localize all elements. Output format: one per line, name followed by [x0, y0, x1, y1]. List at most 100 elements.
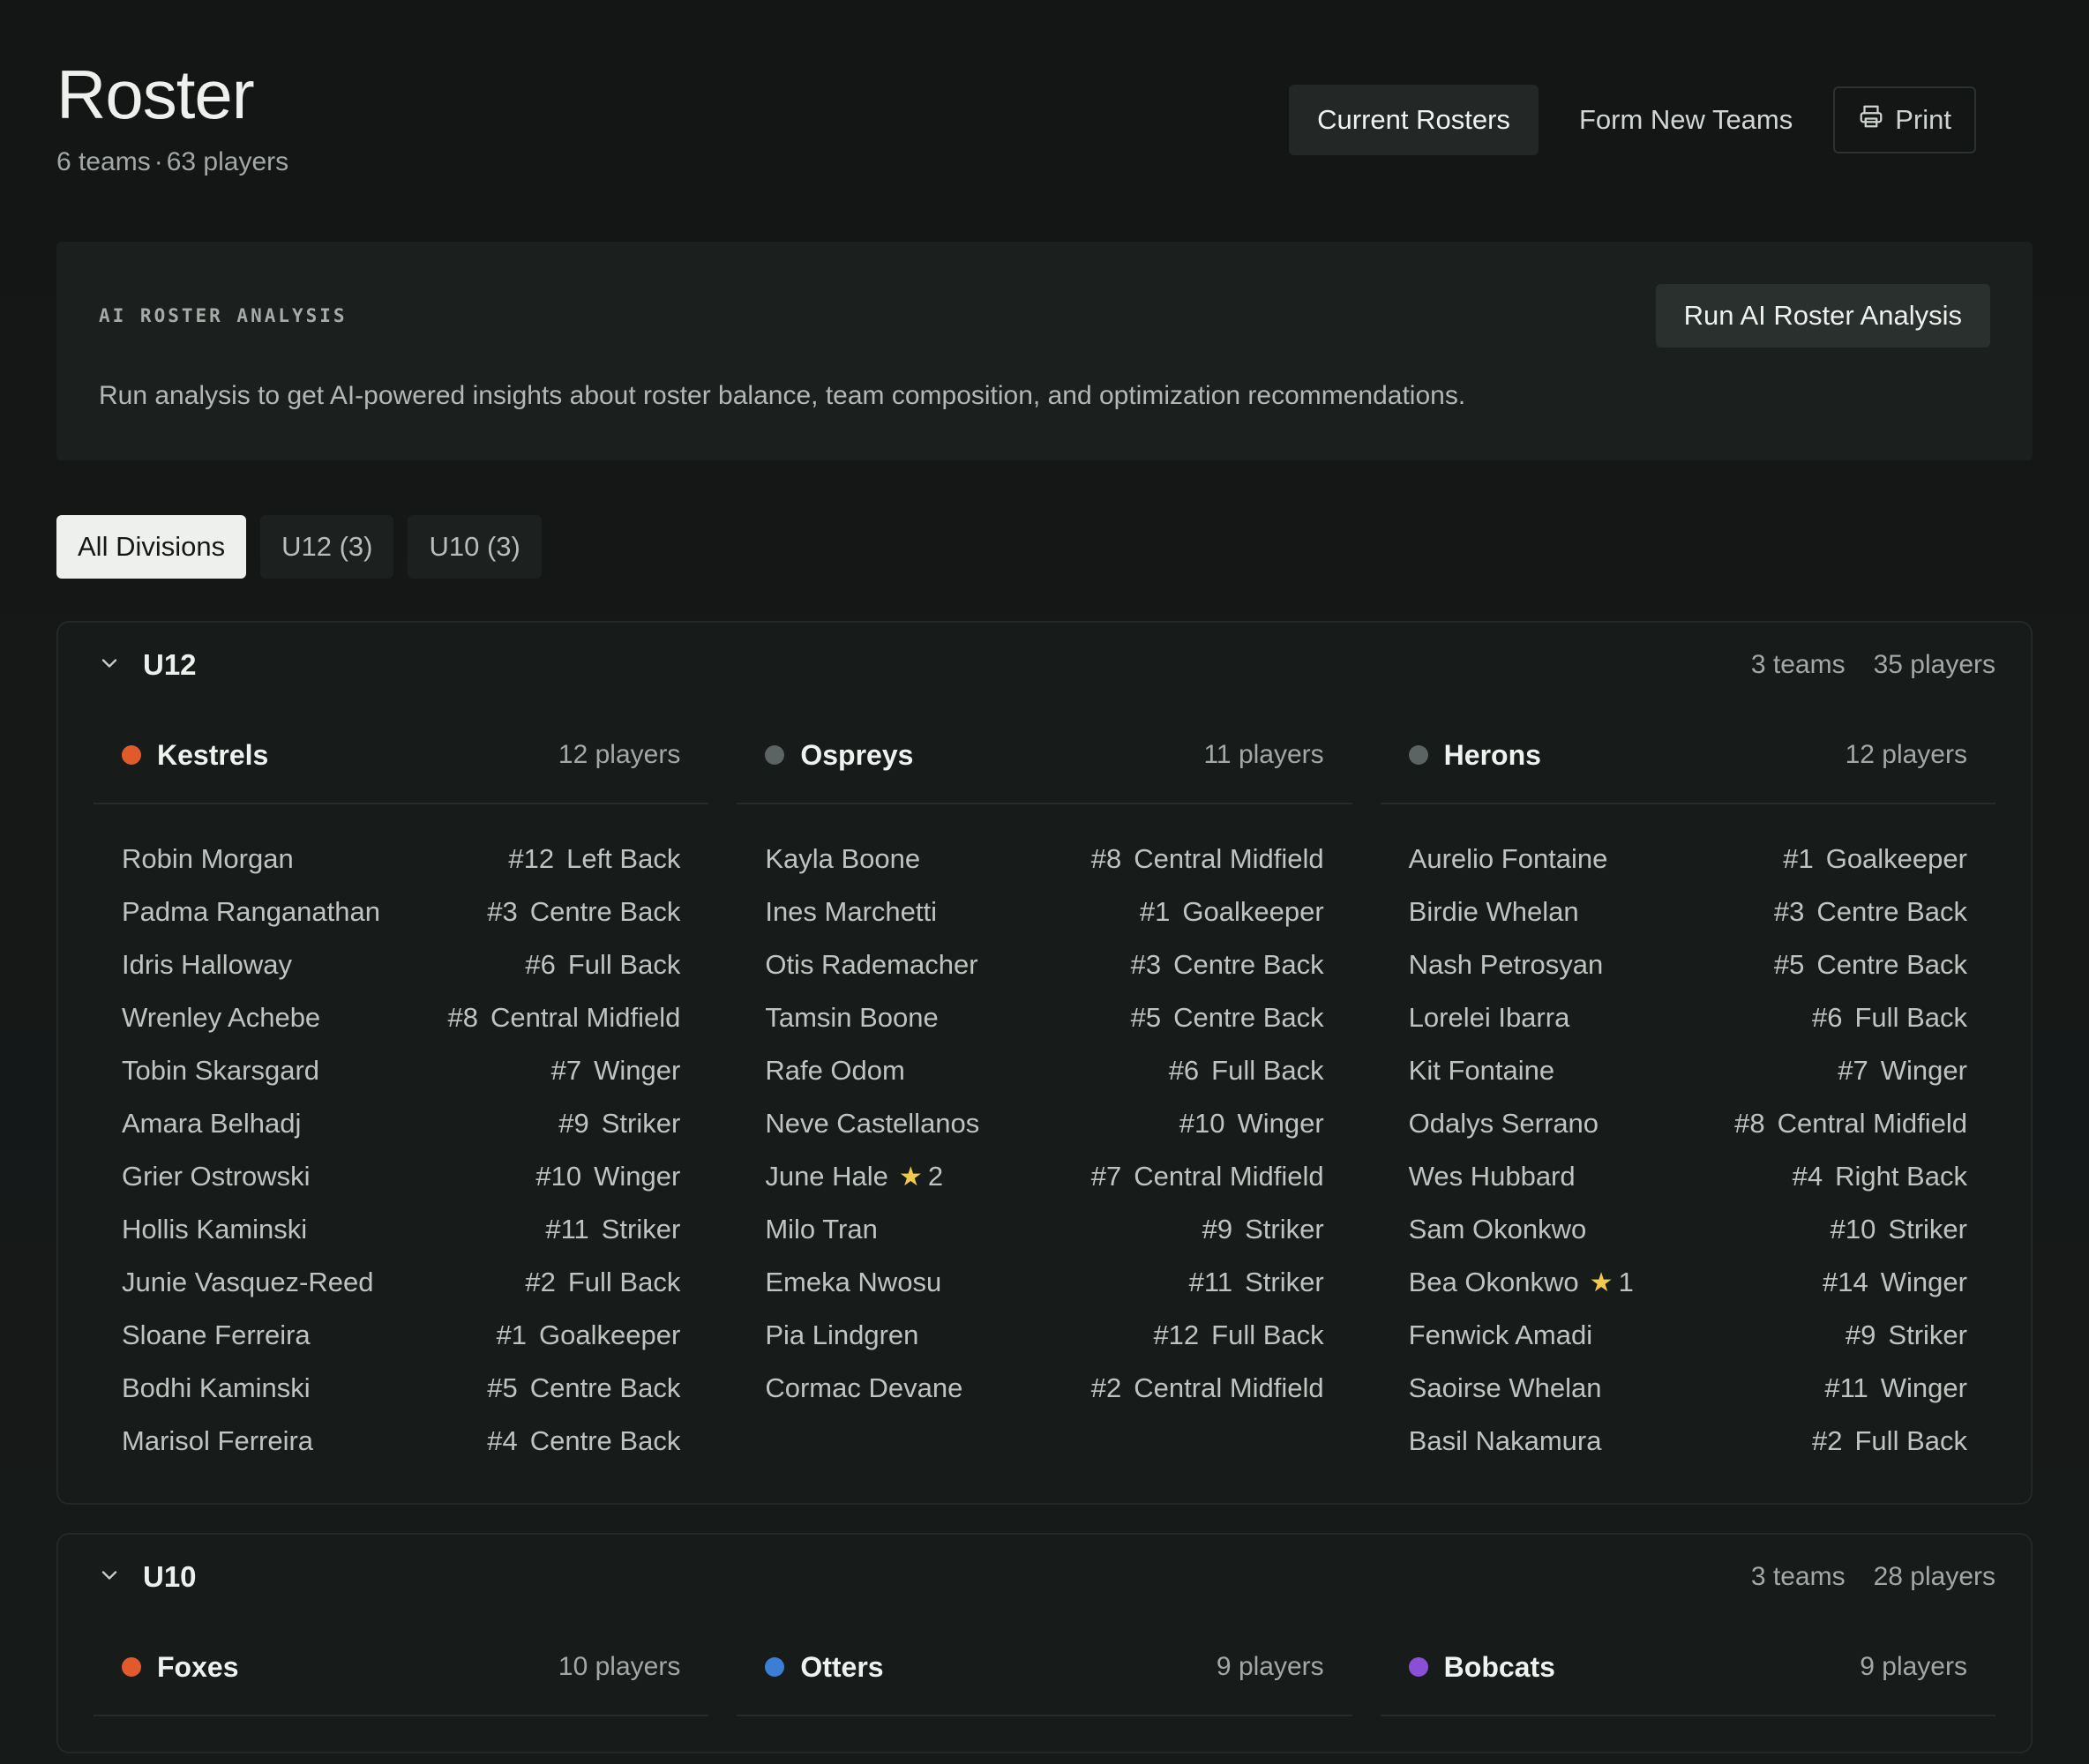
player-name-group: Tobin Skarsgard — [122, 1055, 319, 1087]
player-row[interactable]: Odalys Serrano #8 Central Midfield — [1409, 1097, 1967, 1150]
player-info: #3 Centre Back — [1131, 949, 1324, 981]
player-row[interactable]: Tamsin Boone #5 Centre Back — [765, 991, 1323, 1044]
team-name: Ospreys — [800, 738, 914, 771]
division-header[interactable]: U12 3 teams 35 players — [94, 623, 1995, 707]
player-position: Goalkeeper — [539, 1319, 681, 1350]
player-number: #2 — [1090, 1372, 1122, 1403]
player-info: #2 Central Midfield — [1091, 1372, 1324, 1404]
player-name-group: June Hale ★ 2 — [765, 1161, 943, 1192]
filter-u12[interactable]: U12 (3) — [260, 515, 394, 579]
player-name-group: Kayla Boone — [765, 843, 920, 875]
player-row[interactable]: Idris Halloway #6 Full Back — [122, 938, 680, 991]
player-position: Striker — [1245, 1214, 1324, 1245]
player-name: Basil Nakamura — [1408, 1425, 1602, 1456]
player-position: Central Midfield — [1134, 843, 1324, 874]
player-row[interactable]: Bodhi Kaminski #5 Centre Back — [122, 1362, 680, 1415]
player-row[interactable]: Cormac Devane #2 Central Midfield — [765, 1362, 1323, 1415]
player-name-group: Sam Okonkwo — [1409, 1214, 1587, 1245]
teams-count: 6 teams — [56, 147, 151, 176]
star-icon: ★ — [898, 1162, 923, 1192]
player-position: Winger — [594, 1055, 681, 1086]
player-name-group: Lorelei Ibarra — [1409, 1002, 1570, 1034]
player-info: #10 Winger — [535, 1161, 680, 1192]
player-name-group: Padma Ranganathan — [122, 896, 380, 928]
player-position: Centre Back — [529, 1425, 681, 1456]
team-name: Foxes — [157, 1650, 239, 1683]
team-player-count: 9 players — [1216, 1652, 1324, 1681]
player-row[interactable]: Wrenley Achebe #8 Central Midfield — [122, 991, 680, 1044]
player-row[interactable]: Milo Tran #9 Striker — [765, 1203, 1323, 1256]
player-row[interactable]: Kit Fontaine #7 Winger — [1409, 1044, 1967, 1097]
current-rosters-button[interactable]: Current Rosters — [1289, 85, 1539, 155]
team-column: Kestrels 12 players Robin Morgan #12 Left Ba… — [94, 707, 709, 1468]
player-row[interactable]: Grier Ostrowski #10 Winger — [122, 1150, 680, 1203]
player-row[interactable]: Tobin Skarsgard #7 Winger — [122, 1044, 680, 1097]
player-name: Idris Halloway — [122, 949, 292, 980]
player-name-group: Wes Hubbard — [1409, 1161, 1576, 1192]
player-row[interactable]: Wes Hubbard #4 Right Back — [1409, 1150, 1967, 1203]
player-row[interactable]: Basil Nakamura #2 Full Back — [1409, 1415, 1967, 1468]
player-row[interactable]: Amara Belhadj #9 Striker — [122, 1097, 680, 1150]
player-info: #1 Goalkeeper — [1140, 896, 1324, 928]
player-row[interactable]: Neve Castellanos #10 Winger — [765, 1097, 1323, 1150]
player-row[interactable]: Birdie Whelan #3 Centre Back — [1409, 886, 1967, 938]
player-row[interactable]: Sam Okonkwo #10 Striker — [1409, 1203, 1967, 1256]
player-info: #1 Goalkeeper — [1783, 843, 1967, 875]
team-name: Kestrels — [157, 738, 269, 771]
player-row[interactable]: Hollis Kaminski #11 Striker — [122, 1203, 680, 1256]
player-row[interactable]: Bea Okonkwo ★ 1 #14 Winger — [1409, 1256, 1967, 1309]
filter-all-divisions[interactable]: All Divisions — [56, 515, 247, 579]
player-row[interactable]: Lorelei Ibarra #6 Full Back — [1409, 991, 1967, 1044]
player-info: #4 Centre Back — [487, 1425, 680, 1457]
player-row[interactable]: Sloane Ferreira #1 Goalkeeper — [122, 1309, 680, 1362]
form-new-teams-button[interactable]: Form New Teams — [1551, 85, 1821, 155]
player-name: Aurelio Fontaine — [1408, 843, 1608, 874]
run-ai-analysis-button[interactable]: Run AI Roster Analysis — [1655, 284, 1990, 348]
player-position: Right Back — [1835, 1161, 1967, 1192]
team-roster: Aurelio Fontaine #1 Goalkeeper Birdie Whela… — [1381, 804, 1995, 1468]
player-info: #6 Full Back — [525, 949, 680, 981]
player-info: #8 Central Midfield — [1091, 843, 1324, 875]
player-name: Nash Petrosyan — [1408, 949, 1604, 980]
player-row[interactable]: Robin Morgan #12 Left Back — [122, 833, 680, 886]
player-row[interactable]: Fenwick Amadi #9 Striker — [1409, 1309, 1967, 1362]
player-name-group: Milo Tran — [765, 1214, 877, 1245]
filter-u10[interactable]: U10 (3) — [408, 515, 542, 579]
division-players-count: 28 players — [1873, 1562, 1995, 1591]
team-player-count: 12 players — [558, 740, 681, 769]
player-row[interactable]: Padma Ranganathan #3 Centre Back — [122, 886, 680, 938]
player-number: #3 — [1773, 896, 1805, 927]
player-info: #3 Centre Back — [1774, 896, 1967, 928]
player-position: Striker — [601, 1214, 681, 1245]
player-info: #5 Centre Back — [1774, 949, 1967, 981]
chevron-down-icon[interactable] — [94, 651, 143, 680]
player-position: Central Midfield — [490, 1002, 681, 1033]
player-row[interactable]: Saoirse Whelan #11 Winger — [1409, 1362, 1967, 1415]
player-position: Full Back — [1854, 1425, 1967, 1456]
player-number: #10 — [1179, 1108, 1225, 1139]
division-header[interactable]: U10 3 teams 28 players — [94, 1535, 1995, 1619]
player-row[interactable]: Ines Marchetti #1 Goalkeeper — [765, 886, 1323, 938]
player-info: #14 Winger — [1823, 1267, 1967, 1298]
player-row[interactable]: Kayla Boone #8 Central Midfield — [765, 833, 1323, 886]
player-row[interactable]: Otis Rademacher #3 Centre Back — [765, 938, 1323, 991]
print-button[interactable]: Print — [1833, 86, 1976, 153]
player-row[interactable]: Rafe Odom #6 Full Back — [765, 1044, 1323, 1097]
player-row[interactable]: Junie Vasquez-Reed #2 Full Back — [122, 1256, 680, 1309]
player-row[interactable]: Nash Petrosyan #5 Centre Back — [1409, 938, 1967, 991]
player-row[interactable]: Emeka Nwosu #11 Striker — [765, 1256, 1323, 1309]
player-row[interactable]: June Hale ★ 2 #7 Central Midfield — [765, 1150, 1323, 1203]
player-name-group: Aurelio Fontaine — [1409, 843, 1608, 875]
chevron-down-icon[interactable] — [94, 1563, 143, 1592]
player-number: #9 — [1202, 1214, 1233, 1245]
division-stats: 3 teams 28 players — [1751, 1562, 1995, 1592]
player-name-group: Junie Vasquez-Reed — [122, 1267, 374, 1298]
player-row[interactable]: Pia Lindgren #12 Full Back — [765, 1309, 1323, 1362]
player-name-group: Otis Rademacher — [765, 949, 977, 981]
teams-grid: Foxes 10 players Otters 9 players Bobcats 9 p… — [94, 1619, 1995, 1716]
player-row[interactable]: Aurelio Fontaine #1 Goalkeeper — [1409, 833, 1967, 886]
player-number: #5 — [1130, 1002, 1162, 1033]
player-position: Centre Back — [1173, 949, 1324, 980]
page-header: Roster 6 teams · 63 players Current Roster… — [56, 0, 2033, 242]
player-row[interactable]: Marisol Ferreira #4 Centre Back — [122, 1415, 680, 1468]
